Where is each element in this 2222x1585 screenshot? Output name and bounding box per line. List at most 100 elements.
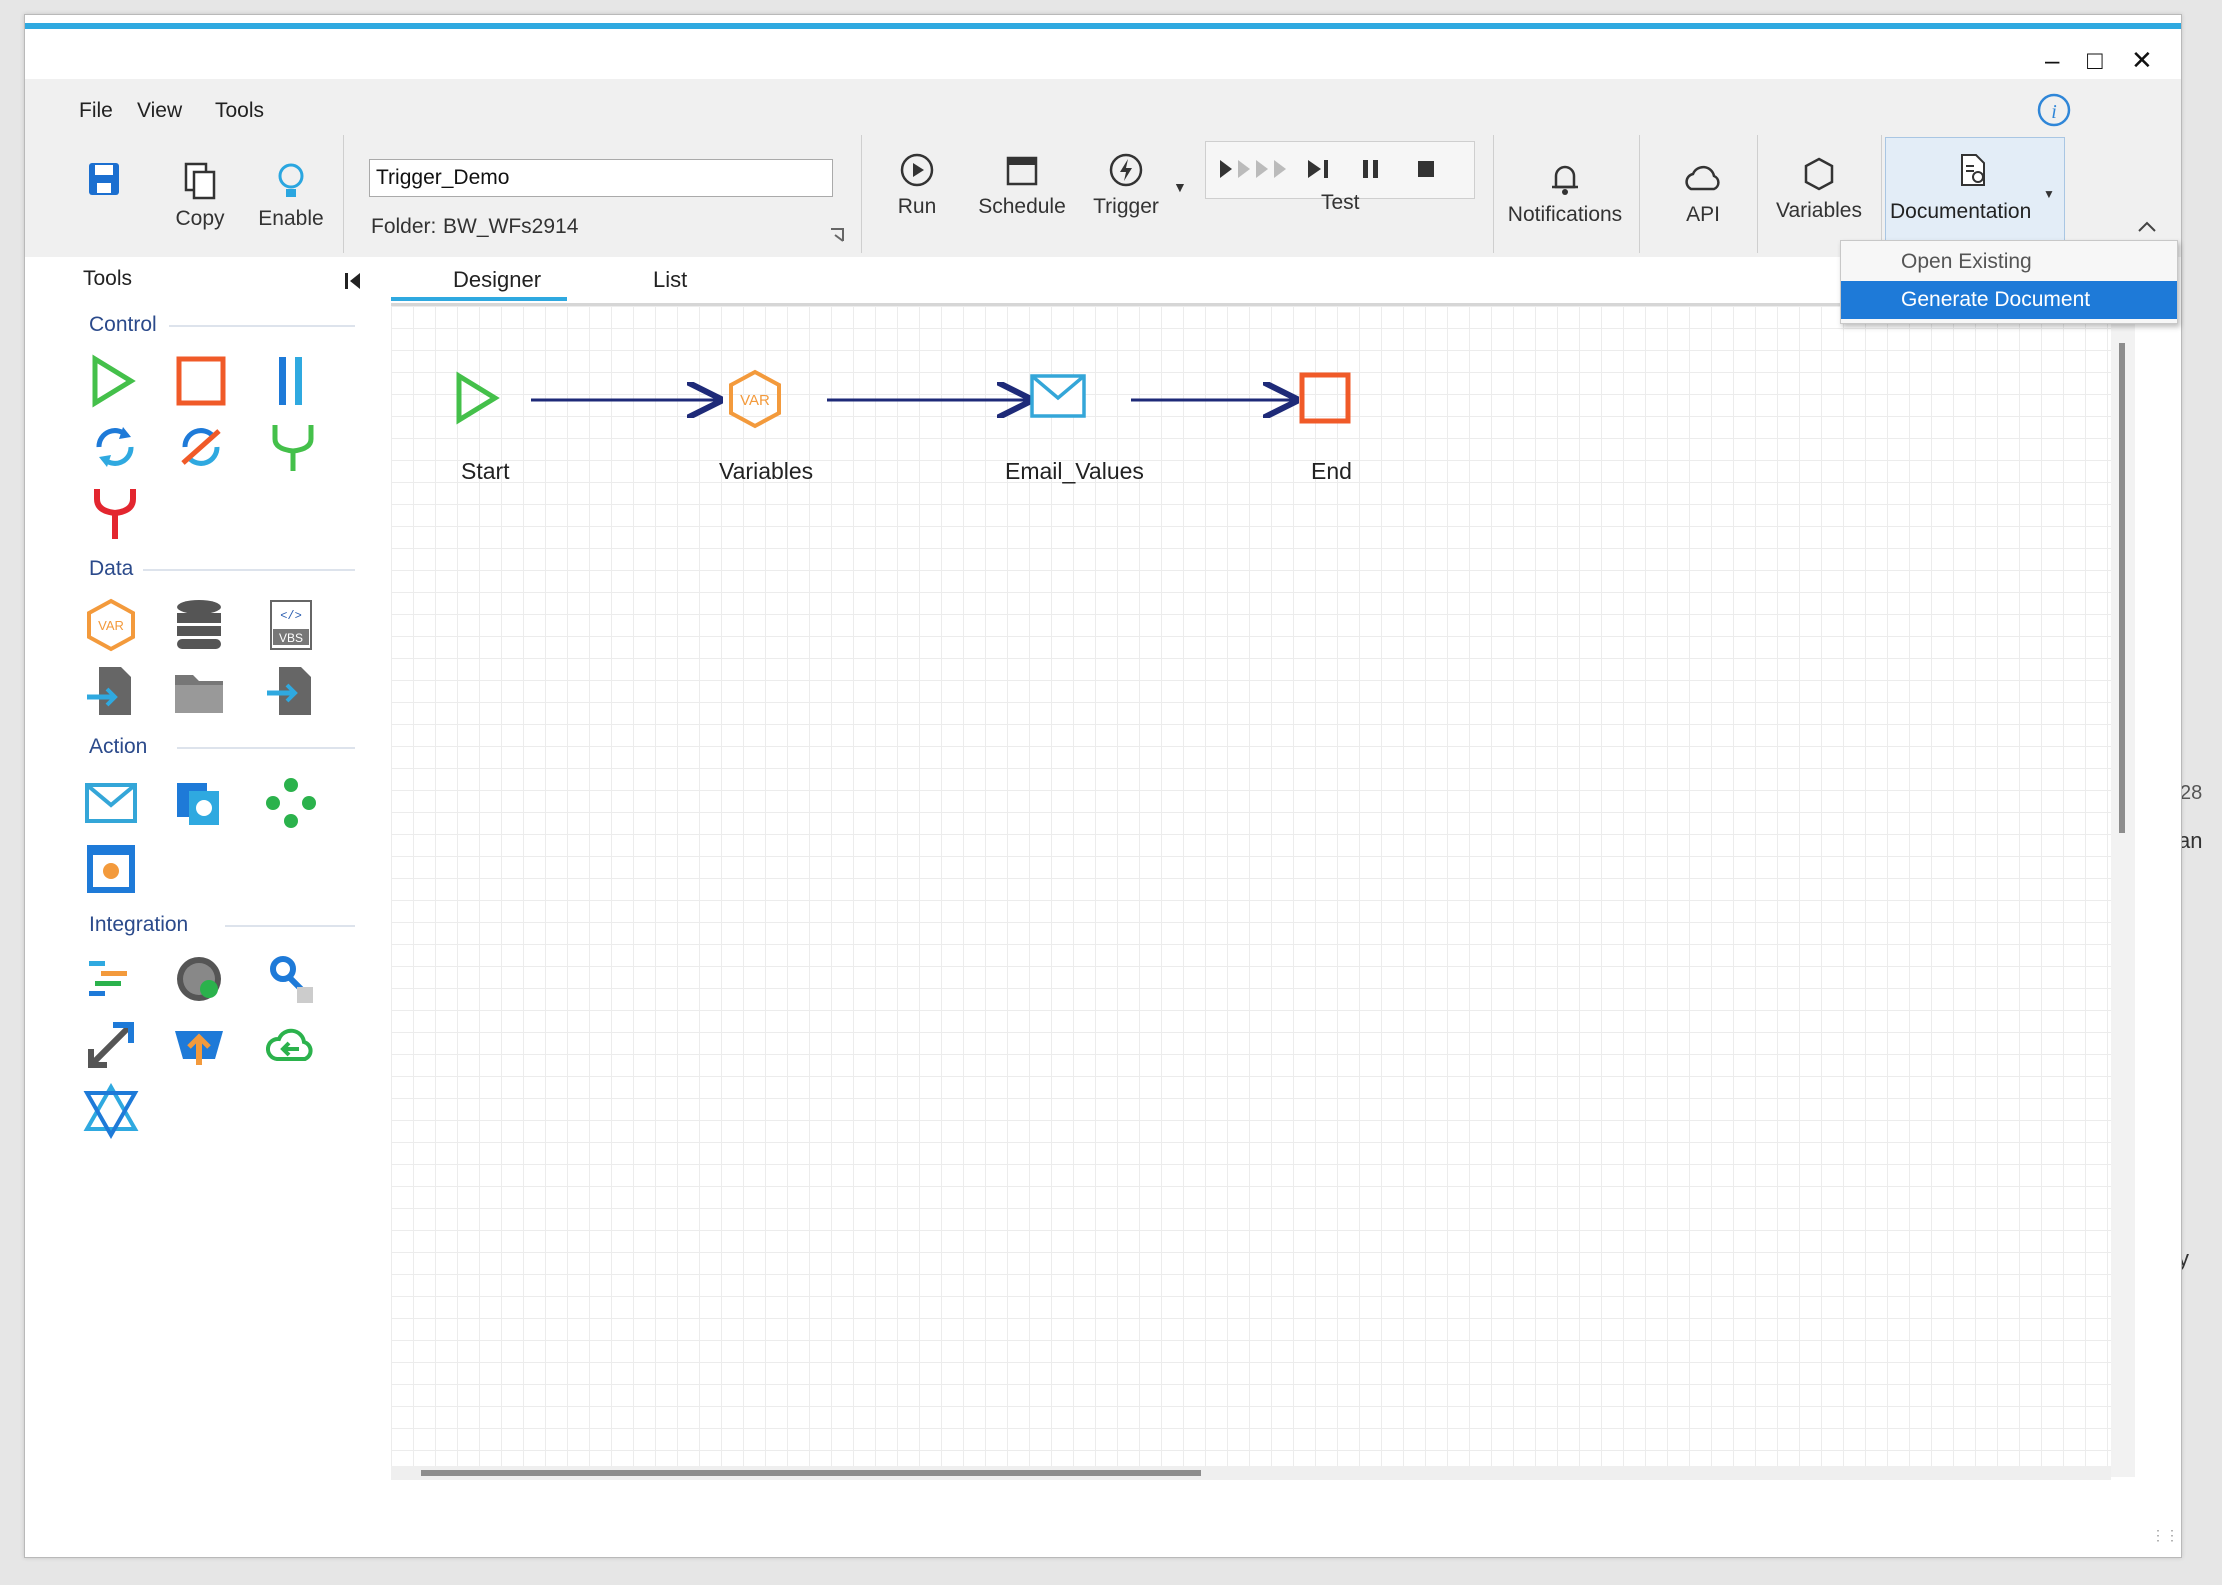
collapse-ribbon-icon[interactable] — [2135, 219, 2159, 235]
svg-text:i: i — [2051, 101, 2057, 123]
play-circle-icon — [900, 153, 934, 187]
api-button[interactable]: API — [1665, 159, 1741, 227]
divider — [143, 569, 355, 571]
file-convert-tool-icon[interactable] — [83, 663, 139, 719]
horizontal-scroll-thumb[interactable] — [421, 1470, 1201, 1476]
tab-designer-underline — [391, 297, 567, 301]
maximize-icon[interactable]: □ — [2087, 45, 2103, 76]
workflow-connectors — [531, 306, 1391, 426]
menu-tools[interactable]: Tools — [215, 99, 264, 123]
vbs-script-tool-icon[interactable]: </> VBS — [263, 597, 319, 653]
variables-button[interactable]: Variables — [1767, 155, 1871, 223]
folder-value: BW_WFs2914 — [443, 215, 579, 238]
database-tool-icon[interactable] — [171, 597, 227, 653]
node-label: Email_Values — [1005, 458, 1144, 484]
tab-designer[interactable]: Designer — [453, 267, 541, 293]
break-loop-tool-icon[interactable] — [173, 419, 229, 475]
divider — [1757, 135, 1758, 253]
run-all-icon[interactable] — [1216, 156, 1288, 182]
stop-icon[interactable] — [1414, 156, 1440, 182]
folder-tool-icon[interactable] — [171, 663, 227, 719]
vertical-scrollbar[interactable] — [2111, 303, 2135, 1477]
function-tool-icon[interactable] — [263, 775, 319, 831]
pause-icon[interactable] — [1358, 156, 1384, 182]
cloud-icon — [1685, 165, 1720, 191]
save-icon — [89, 163, 119, 195]
transfer-tool-icon[interactable] — [83, 1017, 139, 1073]
copy-label: Copy — [175, 207, 225, 230]
document-icon — [1961, 154, 1985, 186]
trigger-label: Trigger — [1093, 195, 1159, 218]
run-label: Run — [897, 195, 937, 218]
copy-button[interactable]: Copy — [165, 161, 235, 231]
tools-panel: Tools Control Data VAR </> VBS Action Int… — [25, 257, 365, 1557]
resize-grip-icon[interactable]: ⋮⋮ — [2151, 1527, 2179, 1544]
designer-canvas[interactable]: Start VAR Variables Email_Values End — [391, 303, 2111, 1480]
workflow-node-end[interactable] — [1297, 370, 1353, 431]
end-square-icon — [1299, 372, 1351, 424]
documentation-dropdown-icon[interactable]: ▼ — [2043, 187, 2055, 201]
program-tool-icon[interactable] — [171, 775, 227, 831]
start-tool-icon[interactable] — [87, 353, 143, 409]
workflow-node-email[interactable] — [1029, 372, 1087, 425]
parallel-tool-icon[interactable] — [265, 353, 321, 409]
divider — [1881, 135, 1882, 253]
branch-tool-icon[interactable] — [265, 419, 321, 475]
file-import-tool-icon[interactable] — [263, 663, 319, 719]
divider — [177, 747, 355, 749]
enable-button[interactable]: Enable — [251, 161, 331, 231]
trigger-dropdown-icon[interactable]: ▼ — [1173, 179, 1187, 195]
cloud-download-tool-icon[interactable] — [263, 1017, 319, 1073]
workflow-name-input[interactable]: Trigger_Demo — [369, 159, 833, 197]
notifications-button[interactable]: Notifications — [1501, 159, 1629, 227]
end-tool-icon[interactable] — [173, 353, 229, 409]
section-control: Control — [89, 313, 157, 336]
web-tool-icon[interactable] — [171, 951, 227, 1007]
var-hexagon-icon: VAR — [729, 369, 781, 429]
network-tool-icon[interactable] — [83, 1083, 139, 1139]
enable-label: Enable — [258, 207, 324, 230]
key-tool-icon[interactable] — [263, 951, 319, 1007]
dialog-launcher-icon[interactable] — [829, 227, 847, 245]
divider — [225, 925, 355, 927]
documentation-button[interactable]: Documentation — [1885, 137, 2065, 251]
schedule-label: Schedule — [978, 195, 1066, 218]
menu-item-generate-document[interactable]: Generate Document — [1841, 281, 2177, 319]
horizontal-scrollbar[interactable] — [391, 1466, 2111, 1480]
documentation-menu: Open Existing Generate Document — [1840, 240, 2178, 324]
step-icon[interactable] — [1304, 156, 1334, 182]
upload-tool-icon[interactable] — [171, 1017, 227, 1073]
var-tool-icon[interactable]: VAR — [83, 597, 139, 653]
workflow-node-variables[interactable]: VAR — [725, 368, 785, 437]
loop-tool-icon[interactable] — [87, 419, 143, 475]
info-icon[interactable]: i — [2037, 93, 2071, 127]
documentation-label: Documentation — [1890, 200, 2032, 223]
collapse-panel-icon[interactable] — [343, 271, 363, 291]
svg-text:VAR: VAR — [98, 618, 124, 633]
app-window-tool-icon[interactable] — [83, 841, 139, 897]
tools-panel-title: Tools — [83, 267, 133, 290]
tab-list[interactable]: List — [653, 267, 687, 293]
menu-view[interactable]: View — [137, 99, 182, 123]
trigger-button[interactable]: Trigger — [1089, 151, 1163, 219]
close-icon[interactable]: ✕ — [2131, 45, 2153, 76]
merge-tool-icon[interactable] — [87, 485, 143, 541]
email-envelope-icon — [1030, 374, 1086, 418]
email-tool-icon[interactable] — [83, 775, 139, 831]
list-tool-icon[interactable] — [83, 951, 139, 1007]
run-button[interactable]: Run — [885, 151, 949, 219]
divider — [861, 135, 862, 253]
title-accent-bar — [25, 23, 2181, 29]
api-label: API — [1686, 203, 1720, 226]
save-button[interactable] — [81, 161, 127, 203]
folder-label: Folder: — [371, 215, 437, 238]
minimize-icon[interactable]: – — [2045, 45, 2059, 76]
variables-label: Variables — [1776, 199, 1862, 222]
divider — [343, 135, 344, 253]
vertical-scroll-thumb[interactable] — [2119, 343, 2125, 833]
menu-item-open-existing[interactable]: Open Existing — [1841, 243, 2177, 281]
workflow-node-start[interactable] — [453, 370, 503, 431]
schedule-button[interactable]: Schedule — [975, 151, 1069, 219]
menu-file[interactable]: File — [79, 99, 113, 123]
calendar-icon — [1006, 156, 1038, 186]
